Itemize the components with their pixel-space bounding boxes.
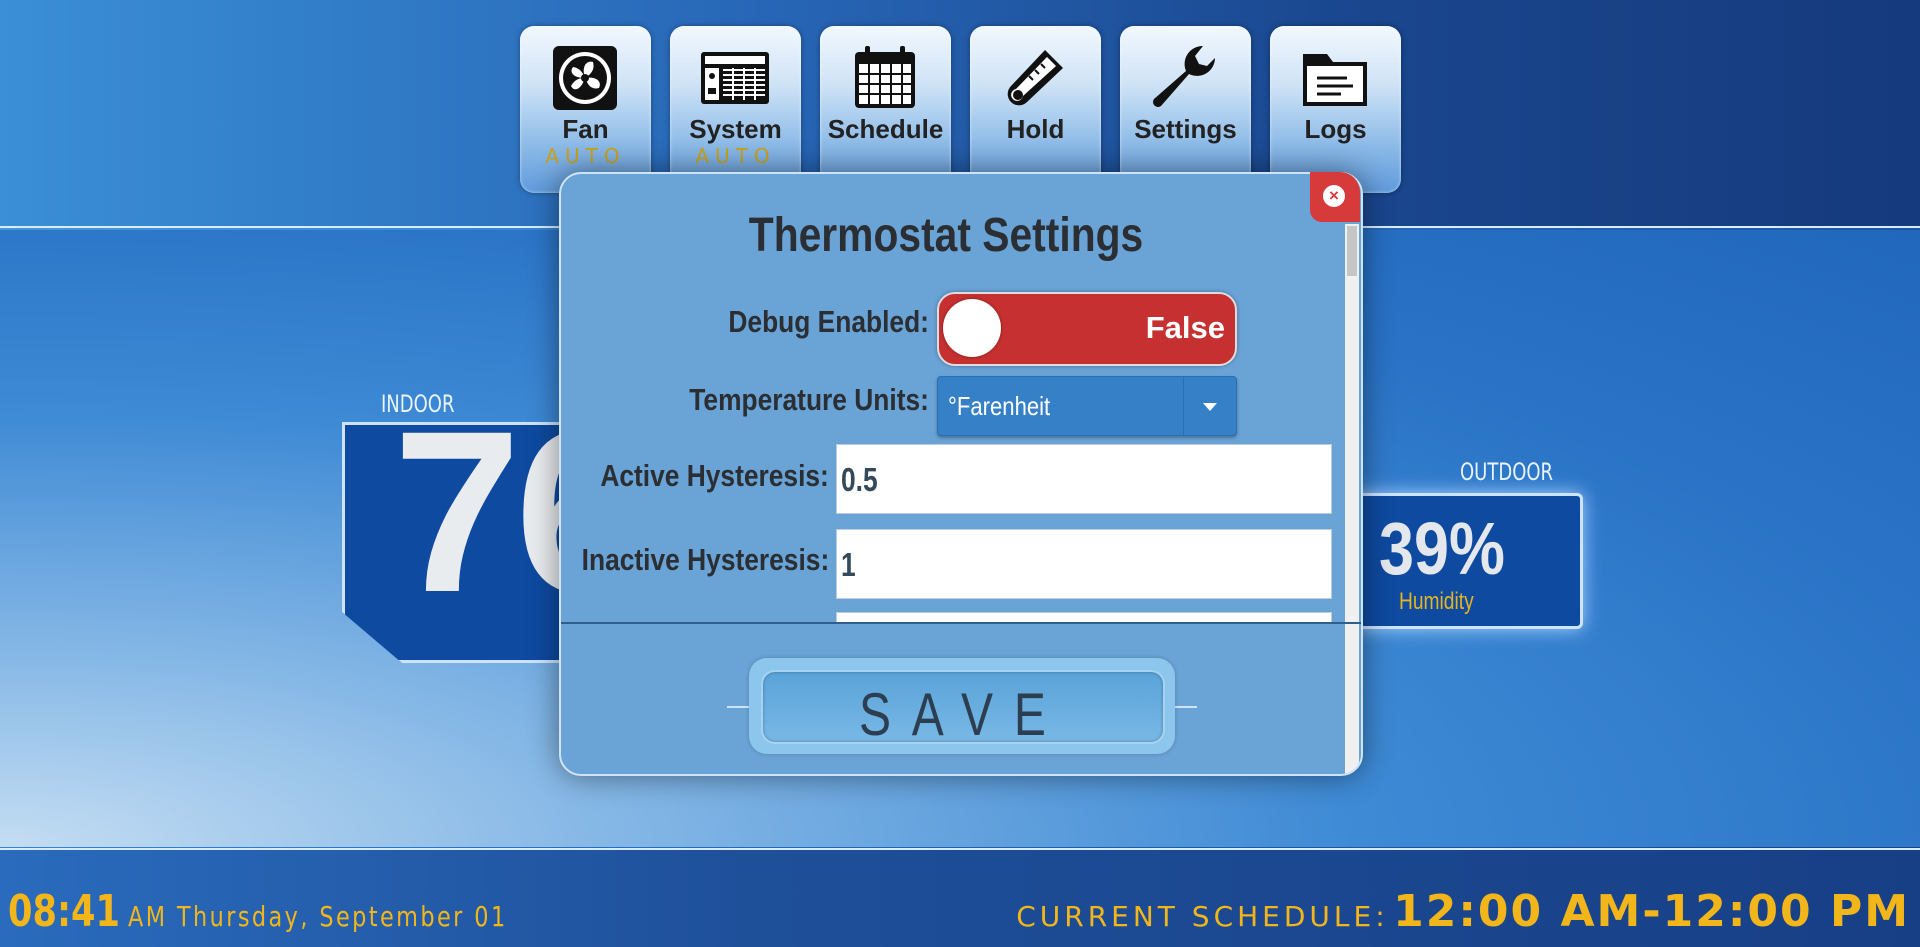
nav-label: Logs [1304,114,1367,144]
toggle-knob [943,299,1001,357]
nav-label: Hold [1006,114,1065,144]
save-decor-line [727,706,751,708]
close-modal-button[interactable]: × [1310,172,1360,222]
thermometer-icon [1007,50,1063,106]
close-icon: × [1323,185,1345,207]
schedule-label: CURRENT SCHEDULE: [1016,900,1389,933]
select-value: °Farenheit [948,391,1051,421]
select-dropdown-button[interactable] [1183,377,1236,435]
outdoor-humidity-label: Humidity [1399,588,1474,615]
outdoor-humidity-panel: 39% Humidity [1350,493,1583,629]
scrollbar-thumb[interactable] [1347,226,1357,276]
clock-time: 08:41 [8,886,121,937]
nav-status: AUTO [545,144,626,168]
save-button-frame: SAVE [749,658,1175,754]
clock: 08:41 AM Thursday, September 01 [8,886,603,937]
temperature-units-select[interactable]: °Farenheit [937,376,1237,436]
outdoor-label: OUTDOOR [1460,458,1554,486]
nav-schedule-button[interactable]: Schedule [820,26,951,193]
nav-label: System [689,114,782,144]
debug-label: Debug Enabled: [728,304,929,339]
next-field-partial[interactable] [836,612,1332,622]
system-icon [701,52,769,104]
active-hysteresis-label: Active Hysteresis: [600,458,829,493]
save-label: SAVE [859,681,1067,748]
nav-settings-button[interactable]: Settings [1120,26,1251,193]
input-value: 1 [841,546,856,583]
nav-hold-button[interactable]: Hold [970,26,1101,193]
folder-icon [1303,54,1367,106]
wrench-icon [1153,45,1215,107]
current-schedule: CURRENT SCHEDULE: 12:00 AM-12:00 PM [1016,886,1910,937]
outdoor-humidity-value: 39% [1379,507,1505,590]
input-value: 0.5 [841,461,878,498]
modal-title: Thermostat Settings [748,209,1144,262]
inactive-hysteresis-label: Inactive Hysteresis: [581,542,829,577]
settings-modal: Thermostat Settings Debug Enabled: False… [559,172,1363,776]
nav-label: Fan [562,114,609,144]
nav-fan-button[interactable]: Fan AUTO [520,26,651,193]
save-decor-line [1173,706,1197,708]
inactive-hysteresis-input[interactable]: 1 [836,529,1332,599]
debug-toggle[interactable]: False [937,292,1237,366]
nav-label: Settings [1134,114,1237,144]
active-hysteresis-input[interactable]: 0.5 [836,444,1332,514]
nav-logs-button[interactable]: Logs [1270,26,1401,193]
calendar-icon [855,46,915,108]
nav-label: Schedule [827,114,944,144]
nav-system-button[interactable]: System AUTO [670,26,801,193]
nav-status: AUTO [695,144,776,168]
clock-date: AM Thursday, September 01 [128,900,508,933]
units-label: Temperature Units: [689,382,929,417]
fan-icon [553,46,617,110]
schedule-value: 12:00 AM-12:00 PM [1393,886,1910,937]
save-button[interactable]: SAVE [761,670,1165,748]
chevron-down-icon [1203,403,1217,411]
modal-divider [561,622,1361,624]
modal-scrollbar[interactable] [1345,224,1359,774]
toggle-value: False [1145,310,1225,345]
indoor-label: INDOOR [381,390,455,418]
